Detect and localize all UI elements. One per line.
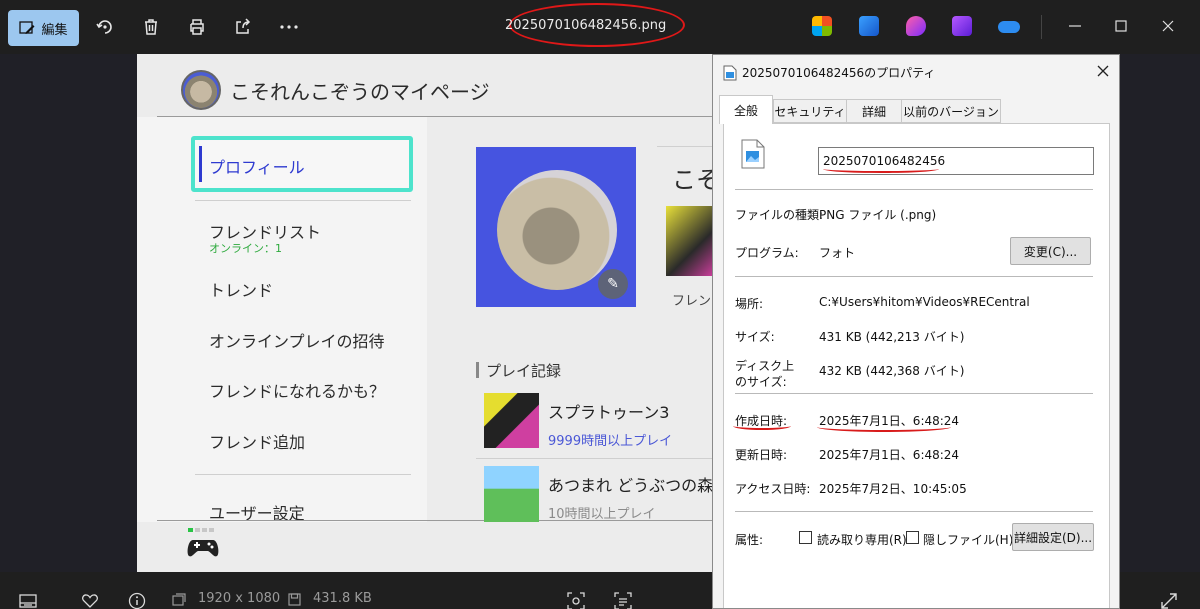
disk-size-label-line1: ディスク上 — [735, 359, 795, 373]
red-underline-annotation — [817, 422, 951, 432]
name-divider — [657, 146, 717, 147]
disk-size-value: 432 KB (442,368 バイト) — [819, 364, 965, 378]
fullscreen-icon[interactable] — [1160, 592, 1178, 609]
more-options-icon[interactable] — [279, 17, 299, 37]
divider — [735, 393, 1093, 394]
filmstrip-icon[interactable] — [19, 592, 37, 609]
menu-item-profile-label: プロフィール — [209, 158, 305, 177]
game-name: スプラトゥーン3 — [548, 403, 670, 422]
divider — [735, 189, 1093, 190]
size-value: 431 KB (442,213 バイト) — [819, 330, 965, 344]
program-label: プログラム: — [735, 246, 799, 260]
dialog-title: 2025070106482456のプロパティ — [742, 66, 936, 80]
file-properties-dialog: 2025070106482456のプロパティ 全般 セキュリティ 詳細 以前のバ… — [712, 54, 1120, 609]
close-icon[interactable] — [1093, 61, 1113, 81]
header-divider — [157, 116, 727, 117]
divider — [735, 511, 1093, 512]
modified-value: 2025年7月1日、6:48:24 — [819, 448, 960, 462]
top-toolbar: 編集 2025070106482456.png — [0, 0, 1200, 54]
online-count: オンライン：1 — [209, 242, 282, 255]
red-underline-annotation — [823, 165, 939, 173]
red-underline-annotation — [733, 422, 791, 430]
location-value: C:¥Users¥hitom¥Videos¥RECentral — [819, 295, 1030, 309]
play-record-title: プレイ記録 — [486, 362, 562, 380]
image-file-icon — [741, 139, 765, 169]
section-bar — [476, 362, 479, 378]
disk-size-label-line2: のサイズ: — [735, 375, 787, 389]
delete-icon[interactable] — [141, 17, 161, 37]
program-value: フォト — [819, 246, 856, 260]
game-thumbnail-splatoon[interactable] — [484, 393, 539, 448]
rotate-icon[interactable] — [95, 17, 115, 37]
change-program-button[interactable]: 変更(C)... — [1010, 237, 1091, 265]
clipchamp-icon[interactable] — [952, 16, 972, 36]
game-play-time: 10時間以上プレイ — [548, 507, 656, 522]
maximize-icon[interactable] — [1109, 14, 1133, 38]
menu-item-add-friend[interactable]: フレンド追加 — [209, 429, 305, 453]
hidden-checkbox[interactable] — [906, 531, 919, 544]
menu-item-trend[interactable]: トレンド — [209, 277, 273, 301]
share-icon[interactable] — [233, 17, 253, 37]
location-label: 場所: — [735, 297, 764, 311]
text-scan-icon[interactable] — [614, 592, 632, 609]
menu-item-maybe-friends[interactable]: フレンドになれるかも？ — [209, 378, 385, 402]
game-thumbnail-animal-crossing[interactable] — [484, 466, 539, 522]
tab-security[interactable]: セキュリティ — [773, 99, 847, 123]
row-divider — [476, 458, 728, 459]
game-name: あつまれ どうぶつの森 — [548, 476, 714, 495]
minimize-icon[interactable] — [1063, 14, 1087, 38]
menu-divider — [195, 200, 411, 201]
resolution-icon — [172, 593, 186, 606]
photo-editor-icon[interactable] — [859, 16, 879, 36]
photos-app-window: 編集 2025070106482456.png こそれんこぞうのマイページ プロ… — [0, 0, 1200, 609]
advanced-settings-button[interactable]: 詳細設定(D)... — [1012, 523, 1094, 551]
accessed-value: 2025年7月2日、10:45:05 — [819, 482, 967, 496]
edit-pencil-icon[interactable]: ✎ — [598, 269, 628, 299]
file-size: 431.8 KB — [313, 591, 372, 606]
user-avatar — [181, 70, 221, 110]
image-file-icon — [723, 65, 737, 81]
print-icon[interactable] — [187, 17, 207, 37]
gamepad-icon — [187, 540, 219, 557]
copilot-icon[interactable] — [812, 16, 832, 36]
edit-button[interactable]: 編集 — [8, 10, 79, 46]
toolbar-separator — [1041, 15, 1042, 39]
friend-label: フレン — [672, 294, 712, 309]
menu-item-online-invite[interactable]: オンラインプレイの招待 — [209, 328, 385, 352]
hidden-label: 隠しファイル(H) — [923, 533, 1014, 547]
favorite-game-thumbnail — [666, 206, 716, 276]
accessed-label: アクセス日時: — [735, 482, 811, 496]
onedrive-icon[interactable] — [998, 21, 1020, 33]
profile-picture: ✎ — [476, 147, 636, 307]
file-title: 2025070106482456.png — [505, 18, 667, 33]
info-icon[interactable] — [128, 592, 146, 609]
game-play-time: 9999時間以上プレイ — [548, 434, 673, 449]
tab-previous-versions[interactable]: 以前のバージョン — [901, 99, 1001, 123]
file-type-label: ファイルの種類: — [735, 208, 824, 222]
tab-details[interactable]: 詳細 — [846, 99, 902, 123]
close-window-icon[interactable] — [1156, 14, 1180, 38]
selection-bar — [199, 146, 202, 182]
size-label: サイズ: — [735, 330, 775, 344]
attributes-label: 属性: — [735, 533, 764, 547]
edit-image-icon — [19, 21, 35, 34]
page-title: こそれんこぞうのマイページ — [230, 80, 490, 104]
modified-label: 更新日時: — [735, 448, 788, 462]
divider — [735, 276, 1093, 277]
edit-label: 編集 — [41, 22, 68, 38]
visual-search-icon[interactable] — [567, 592, 585, 609]
favorite-heart-icon[interactable] — [81, 592, 99, 609]
readonly-label: 読み取り専用(R) — [817, 533, 907, 547]
readonly-checkbox[interactable] — [799, 531, 812, 544]
menu-divider — [195, 474, 411, 475]
designer-icon[interactable] — [906, 16, 926, 36]
file-type-value: PNG ファイル (.png) — [819, 208, 937, 222]
tab-general[interactable]: 全般 — [719, 95, 773, 124]
file-size-icon — [288, 593, 301, 606]
image-dimensions: 1920 x 1080 — [198, 591, 281, 606]
